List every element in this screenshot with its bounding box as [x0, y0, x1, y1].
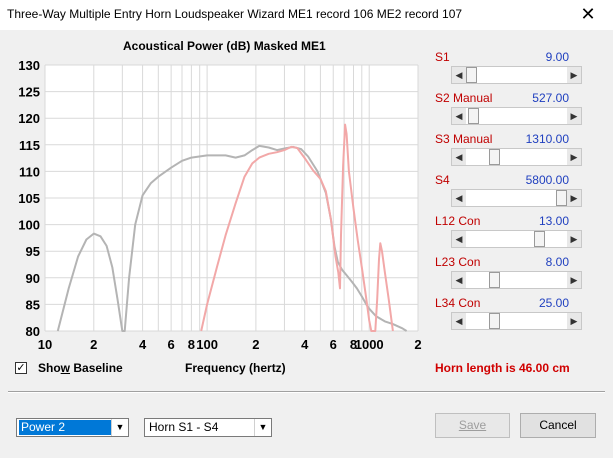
show-baseline-text-a: Sho — [38, 361, 61, 375]
chevron-left-icon[interactable]: ◀ — [452, 272, 466, 288]
cancel-button[interactable]: Cancel — [520, 413, 596, 438]
chevron-right-icon[interactable]: ▶ — [567, 313, 581, 329]
param-label: L23 Con — [435, 255, 481, 269]
param-value: 8.00 — [545, 255, 569, 269]
horn-select-value: Horn S1 - S4 — [149, 420, 219, 434]
show-baseline-label[interactable]: Show Baseline — [38, 361, 123, 375]
chevron-left-icon[interactable]: ◀ — [452, 190, 466, 206]
x-tick-label: 10 — [38, 337, 52, 352]
chevron-left-icon[interactable]: ◀ — [452, 67, 466, 83]
x-tick-label: 4 — [139, 337, 147, 352]
chevron-right-icon[interactable]: ▶ — [567, 231, 581, 247]
y-tick-label: 95 — [26, 244, 40, 259]
x-tick-label: 6 — [330, 337, 337, 352]
close-icon[interactable]: ✕ — [566, 2, 610, 28]
param-value: 527.00 — [532, 91, 569, 105]
chevron-right-icon[interactable]: ▶ — [567, 67, 581, 83]
y-tick-label: 125 — [18, 85, 40, 100]
save-button[interactable]: Save — [435, 413, 510, 438]
param-value: 5800.00 — [525, 173, 569, 187]
param-value: 9.00 — [545, 50, 569, 64]
y-tick-label: 120 — [18, 111, 40, 126]
y-tick-label: 100 — [18, 218, 40, 233]
x-tick-label: 100 — [196, 337, 218, 352]
param-slider[interactable]: ◀ ▶ — [451, 312, 582, 330]
separator — [8, 391, 605, 393]
horn-select[interactable]: Horn S1 - S4 ▼ — [144, 418, 272, 437]
title-bar: Three-Way Multiple Entry Horn Loudspeake… — [0, 0, 613, 30]
y-tick-label: 130 — [18, 58, 40, 73]
mode-select-value: Power 2 — [19, 420, 111, 435]
show-baseline-accelerator: w — [60, 361, 71, 375]
y-tick-label: 110 — [19, 164, 40, 179]
x-tick-label: 2 — [252, 337, 259, 352]
slider-thumb[interactable] — [468, 108, 479, 124]
chevron-right-icon[interactable]: ▶ — [567, 190, 581, 206]
param-label: L12 Con — [435, 214, 481, 228]
param-value: 1310.00 — [525, 132, 569, 146]
chevron-right-icon[interactable]: ▶ — [567, 108, 581, 124]
param-slider[interactable]: ◀ ▶ — [451, 148, 582, 166]
chart-title: Acoustical Power (dB) Masked ME1 — [123, 39, 326, 53]
slider-thumb[interactable] — [489, 149, 500, 165]
param-slider[interactable]: ◀ ▶ — [451, 189, 582, 207]
chevron-right-icon[interactable]: ▶ — [567, 272, 581, 288]
x-tick-label: 2 — [90, 337, 97, 352]
y-tick-label: 90 — [26, 271, 40, 286]
param-value: 25.00 — [538, 296, 569, 310]
param-label: S2 Manual — [435, 91, 493, 105]
power-chart: 8085909510010511011512012513010 2 4 6 8 100 2 4… — [18, 58, 421, 352]
chevron-down-icon[interactable]: ▼ — [111, 419, 128, 436]
chevron-left-icon[interactable]: ◀ — [452, 231, 466, 247]
chevron-left-icon[interactable]: ◀ — [452, 313, 466, 329]
param-slider[interactable]: ◀ ▶ — [451, 230, 582, 248]
save-button-label: Save — [458, 418, 487, 432]
chevron-left-icon[interactable]: ◀ — [452, 108, 466, 124]
slider-thumb[interactable] — [534, 231, 545, 247]
y-tick-label: 105 — [18, 191, 40, 206]
x-tick-label: 2 — [414, 337, 421, 352]
slider-thumb[interactable] — [466, 67, 477, 83]
show-baseline-checkbox[interactable]: ✓ — [15, 362, 27, 374]
y-tick-label: 115 — [19, 138, 40, 153]
chevron-left-icon[interactable]: ◀ — [452, 149, 466, 165]
param-label: S1 — [435, 50, 450, 64]
x-tick-label: 8 — [188, 337, 195, 352]
param-slider[interactable]: ◀ ▶ — [451, 271, 582, 289]
y-tick-label: 85 — [26, 297, 40, 312]
chevron-right-icon[interactable]: ▶ — [567, 149, 581, 165]
param-slider[interactable]: ◀ ▶ — [451, 107, 582, 125]
param-value: 13.00 — [538, 214, 569, 228]
param-label: L34 Con — [435, 296, 481, 310]
chevron-down-icon[interactable]: ▼ — [254, 419, 271, 436]
slider-thumb[interactable] — [489, 272, 500, 288]
window-title: Three-Way Multiple Entry Horn Loudspeake… — [7, 7, 463, 21]
param-label: S3 Manual — [435, 132, 493, 146]
param-label: S4 — [435, 173, 450, 187]
slider-thumb[interactable] — [489, 313, 500, 329]
horn-length-readout: Horn length is 46.00 cm — [435, 361, 570, 375]
mode-select[interactable]: Power 2 ▼ — [16, 418, 129, 437]
frequency-axis-label: Frequency (hertz) — [185, 361, 286, 375]
x-tick-label: 4 — [301, 337, 309, 352]
x-tick-label: 6 — [168, 337, 175, 352]
show-baseline-text-b: Baseline — [70, 361, 123, 375]
param-slider[interactable]: ◀ ▶ — [451, 66, 582, 84]
slider-thumb[interactable] — [556, 190, 567, 206]
x-tick-label: 1000 — [355, 337, 384, 352]
